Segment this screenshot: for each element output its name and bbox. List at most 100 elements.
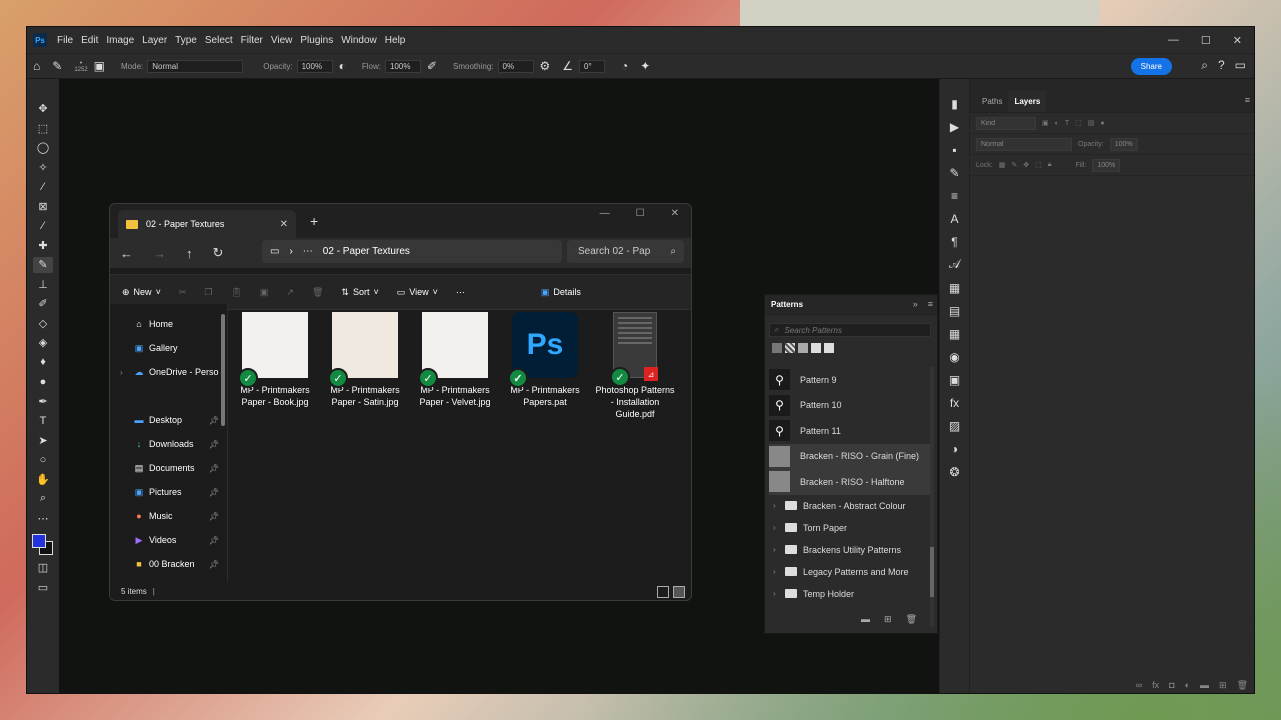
menu-image[interactable]: Image xyxy=(102,35,138,46)
home-icon[interactable]: ⌂ xyxy=(33,59,40,73)
symmetry-icon[interactable]: ✦ xyxy=(640,59,650,73)
foreground-color-swatch[interactable] xyxy=(32,534,46,548)
chevron-right-icon[interactable]: › xyxy=(773,545,779,554)
eyedropper-tool-icon[interactable]: ⁄ xyxy=(33,218,53,234)
adjustment-layer-icon[interactable]: ◐ xyxy=(1185,680,1190,691)
glyphs-icon[interactable]: 𝒜 xyxy=(949,256,960,273)
move-tool-icon[interactable]: ✥ xyxy=(33,101,53,117)
frame-tool-icon[interactable]: ⊠ xyxy=(33,199,53,215)
brush-tool-icon[interactable]: ✎ xyxy=(33,257,53,273)
pin-icon[interactable]: 📌︎ xyxy=(209,488,219,497)
marquee-tool-icon[interactable]: ⬚ xyxy=(33,121,53,137)
new-button[interactable]: ⊕ New ˅ xyxy=(122,287,161,298)
forward-arrow-icon[interactable]: → xyxy=(153,246,166,261)
blur-tool-icon[interactable]: ♦ xyxy=(33,355,53,371)
nav-scrollbar[interactable] xyxy=(221,314,225,426)
path-select-tool-icon[interactable]: ➤ xyxy=(33,433,53,449)
cut-icon[interactable]: ✂ xyxy=(179,287,187,298)
pattern-item[interactable]: ⚲ Pattern 10 xyxy=(769,393,933,419)
lock-all-icon[interactable]: 🔒︎ xyxy=(1048,161,1052,169)
link-layers-icon[interactable]: ∞ xyxy=(1136,680,1142,691)
delete-layer-icon[interactable]: 🗑︎ xyxy=(1237,680,1248,691)
lock-position-icon[interactable]: ✥ xyxy=(1023,161,1029,169)
maximize-icon[interactable]: ☐ xyxy=(636,208,645,219)
explorer-tab[interactable]: 02 - Paper Textures ✕ xyxy=(118,210,296,238)
share-button[interactable]: Share xyxy=(1130,58,1172,75)
sort-button[interactable]: ⇅ Sort ˅ xyxy=(341,287,378,298)
new-group-icon[interactable]: ▬ xyxy=(861,614,870,625)
menu-type[interactable]: Type xyxy=(171,35,201,46)
brush-preset-icon[interactable]: ✎ xyxy=(52,59,62,73)
comments-icon[interactable]: ▪ xyxy=(952,141,956,158)
share-icon[interactable]: ↗ xyxy=(286,287,294,298)
details-view-icon[interactable] xyxy=(657,586,669,598)
eyedropper-alt-tool-icon[interactable]: ⁄ xyxy=(33,179,53,195)
recent-pattern-swatch[interactable] xyxy=(772,343,782,353)
menu-select[interactable]: Select xyxy=(201,35,237,46)
type-tool-icon[interactable]: T xyxy=(33,413,53,429)
back-arrow-icon[interactable]: ← xyxy=(120,246,133,261)
chevron-right-icon[interactable]: › xyxy=(773,567,779,576)
menu-window[interactable]: Window xyxy=(337,35,381,46)
pattern-item[interactable]: ⚲ Pattern 9 xyxy=(769,367,933,393)
recent-pattern-swatch[interactable] xyxy=(798,343,808,353)
brush-settings-panel-icon[interactable]: ✎ xyxy=(949,164,959,181)
history-brush-tool-icon[interactable]: ✐ xyxy=(33,296,53,312)
help-icon[interactable]: ? xyxy=(1218,58,1225,73)
panel-menu-icon[interactable]: ≡ xyxy=(928,299,933,309)
pattern-item[interactable]: ⚲ Pattern 11 xyxy=(769,418,933,444)
smoothing-field[interactable]: 0% xyxy=(497,59,534,73)
flow-field[interactable]: 100% xyxy=(384,59,421,73)
search-icon[interactable]: ⌕ xyxy=(1201,58,1208,73)
pattern-group[interactable]: › Torn Paper xyxy=(769,517,933,539)
lock-image-icon[interactable]: ✎ xyxy=(1011,161,1017,169)
new-layer-icon[interactable]: ⊞ xyxy=(1219,680,1227,691)
panel-menu-icon[interactable]: ≡ xyxy=(1245,95,1250,105)
more-tools-icon[interactable]: ⋯ xyxy=(33,511,53,527)
large-icons-view-icon[interactable] xyxy=(673,586,685,598)
mode-select[interactable]: Normal xyxy=(147,59,244,73)
filter-smart-icon[interactable]: ▤ xyxy=(1088,119,1095,127)
eraser-tool-icon[interactable]: ◇ xyxy=(33,316,53,332)
pressure-opacity-icon[interactable]: ◐ xyxy=(339,59,346,73)
chevron-right-icon[interactable]: › xyxy=(120,368,123,377)
lock-transparent-icon[interactable]: ▦ xyxy=(999,161,1006,169)
menu-view[interactable]: View xyxy=(267,35,297,46)
pin-icon[interactable]: 📌︎ xyxy=(209,416,219,425)
chevron-right-icon[interactable]: › xyxy=(773,501,779,510)
character-icon[interactable]: A xyxy=(950,210,958,227)
patterns-scrollbar[interactable] xyxy=(930,367,934,627)
airbrush-icon[interactable]: ✐ xyxy=(427,59,437,73)
close-icon[interactable]: ✕ xyxy=(671,208,679,219)
pin-icon[interactable]: 📌︎ xyxy=(209,560,219,569)
file-item[interactable]: ✓ ⊿ Photoshop Patterns - Installation Gu… xyxy=(595,312,675,584)
recent-pattern-swatch[interactable] xyxy=(785,343,795,353)
properties-icon[interactable]: ▨ xyxy=(949,417,960,434)
copy-icon[interactable]: ❐ xyxy=(204,287,212,298)
channels-icon[interactable]: ❂ xyxy=(949,463,959,480)
lock-artboard-icon[interactable]: ⬚ xyxy=(1035,161,1042,169)
layer-style-icon[interactable]: fx xyxy=(1152,680,1159,691)
layer-mask-icon[interactable]: ◘ xyxy=(1169,680,1174,691)
filter-toggle-icon[interactable]: ● xyxy=(1100,120,1104,127)
details-button[interactable]: ▣ Details xyxy=(541,287,581,298)
chevron-right-icon[interactable]: › xyxy=(289,246,292,257)
angle-field[interactable]: 0° xyxy=(579,59,606,73)
dodge-tool-icon[interactable]: ● xyxy=(33,374,53,390)
nav-item-onedrive[interactable]: › ☁ OneDrive - Perso xyxy=(110,360,227,384)
menu-file[interactable]: File xyxy=(53,35,77,46)
nav-item-bracken[interactable]: ■ 00 Bracken 📌︎ xyxy=(110,552,227,576)
pin-icon[interactable]: 📌︎ xyxy=(209,464,219,473)
quick-mask-icon[interactable]: ◫ xyxy=(33,560,53,576)
pattern-search-input[interactable]: ⌕ Search Patterns xyxy=(769,323,931,337)
recent-pattern-swatch[interactable] xyxy=(811,343,821,353)
file-item[interactable]: Ps ✓ MP - Printmakers Papers.pat xyxy=(508,312,580,584)
delete-pattern-icon[interactable]: 🗑︎ xyxy=(906,614,917,625)
file-item[interactable]: ✓ MP - Printmakers Paper - Satin.jpg xyxy=(328,312,400,584)
filter-shape-icon[interactable]: ⬚ xyxy=(1075,119,1082,127)
pattern-group[interactable]: › Legacy Patterns and More xyxy=(769,561,933,583)
pattern-item[interactable]: Bracken - RISO - Halftone xyxy=(769,469,933,495)
nav-item-gallery[interactable]: ▣ Gallery xyxy=(110,336,227,360)
menu-plugins[interactable]: Plugins xyxy=(296,35,337,46)
paste-icon[interactable]: 📋︎ xyxy=(230,287,241,298)
